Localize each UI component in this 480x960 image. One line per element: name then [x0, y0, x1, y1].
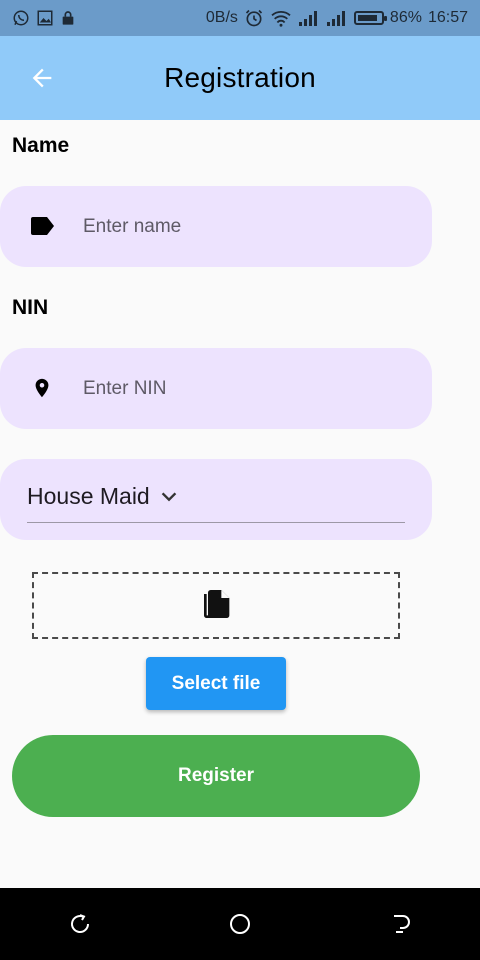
- dropdown-underline: [27, 522, 405, 523]
- name-field[interactable]: [0, 186, 432, 267]
- battery-fill: [357, 15, 377, 21]
- alarm-icon: [244, 8, 264, 28]
- file-copy-icon: [204, 589, 230, 618]
- image-icon: [36, 9, 54, 27]
- system-nav-bar: [0, 888, 480, 960]
- nin-input[interactable]: [81, 368, 405, 410]
- home-button[interactable]: [210, 894, 270, 954]
- battery-percent: 86%: [389, 9, 422, 26]
- home-icon: [230, 914, 250, 934]
- page-title: Registration: [164, 62, 316, 93]
- name-input[interactable]: [81, 206, 405, 248]
- signal-icon: [298, 10, 320, 26]
- nin-field[interactable]: [0, 348, 432, 429]
- lock-icon: [60, 9, 76, 27]
- location-pin-icon: [28, 374, 56, 402]
- dropdown-value: House Maid: [27, 483, 150, 509]
- recents-icon: [71, 914, 89, 933]
- name-label: Name: [12, 134, 70, 157]
- dropdown-selector[interactable]: House Maid: [27, 483, 180, 510]
- recents-button[interactable]: [50, 894, 110, 954]
- whatsapp-icon: [12, 9, 30, 27]
- battery-icon: [353, 11, 387, 25]
- network-speed: 0B/s: [205, 9, 238, 26]
- register-button[interactable]: Register: [12, 735, 420, 817]
- label-tag-icon: [28, 212, 56, 240]
- status-left: [12, 9, 76, 27]
- wifi-icon: [270, 9, 292, 27]
- back-nav-button[interactable]: [370, 894, 430, 954]
- status-right: 0B/s 86% 16:57: [206, 8, 468, 28]
- select-file-button[interactable]: Select file: [146, 657, 286, 710]
- nin-label: NIN: [12, 296, 49, 319]
- status-bar: 0B/s 86% 16:57: [0, 0, 480, 36]
- back-nav-icon: [394, 915, 410, 933]
- app-bar: Registration: [0, 36, 480, 120]
- file-drop-area[interactable]: [32, 572, 400, 639]
- signal-2-icon: [326, 10, 348, 26]
- chevron-down-icon: [161, 491, 176, 501]
- clock: 16:57: [427, 9, 468, 26]
- category-dropdown[interactable]: House Maid: [0, 459, 432, 540]
